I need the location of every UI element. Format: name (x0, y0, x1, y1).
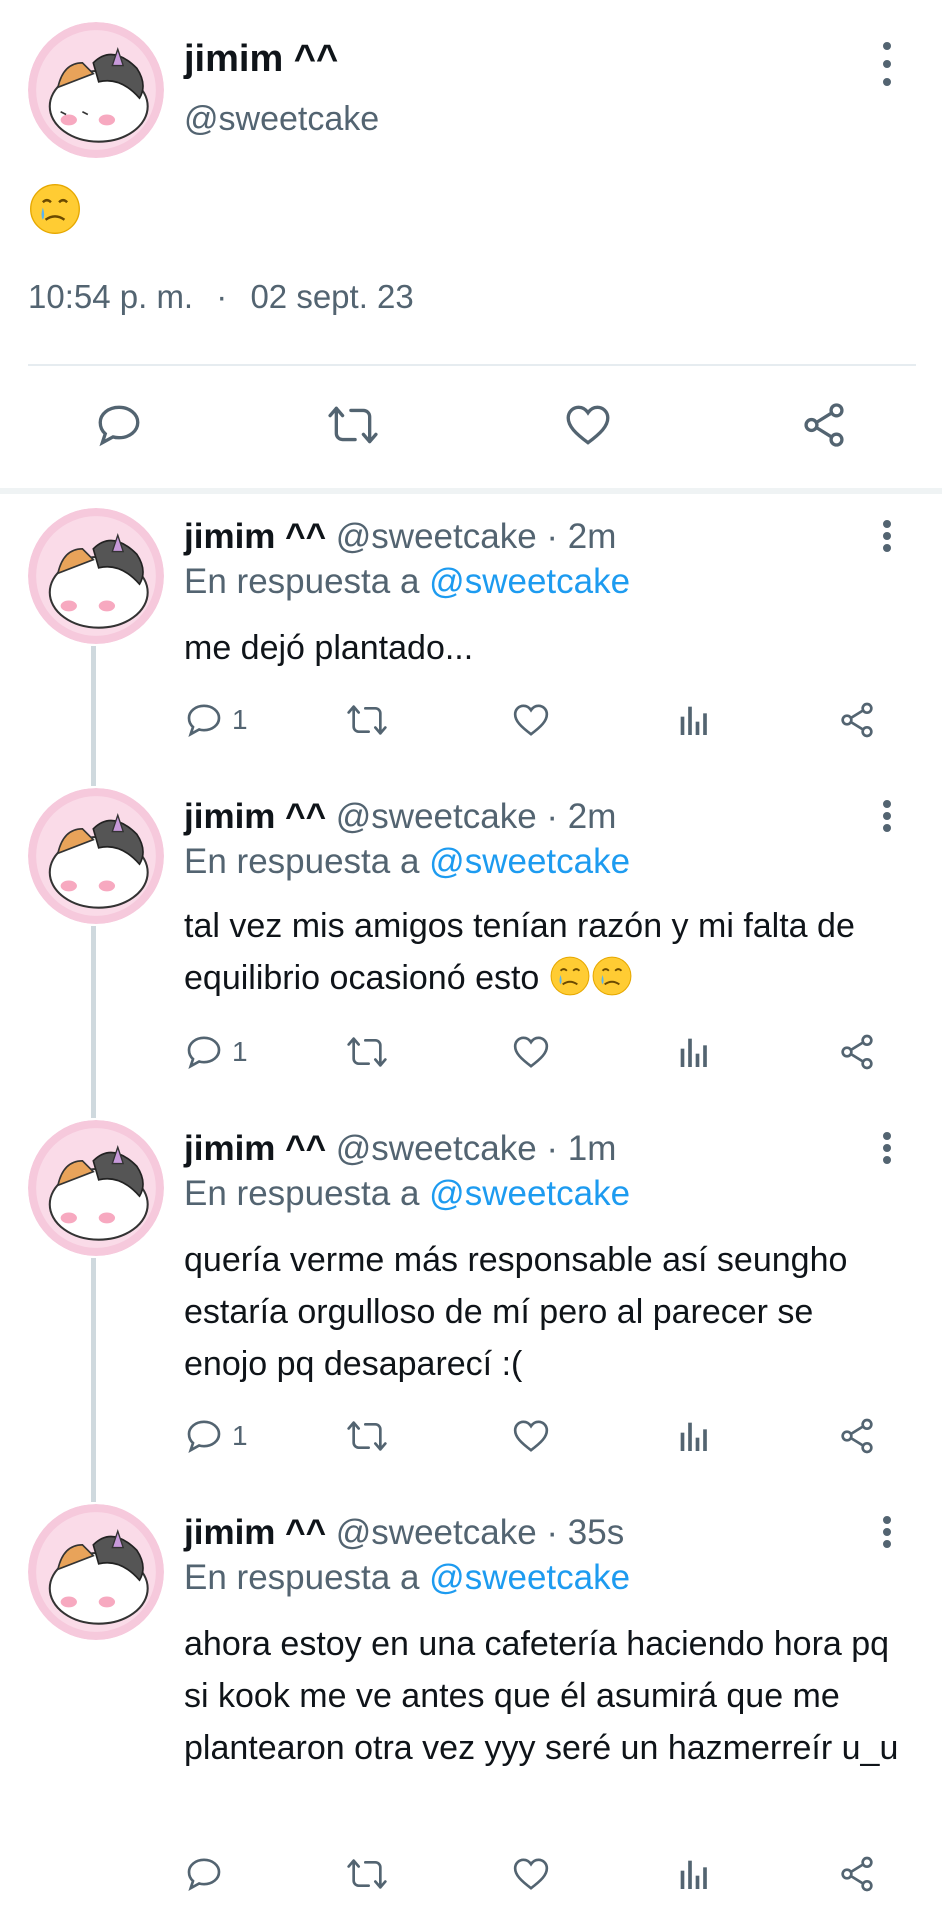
more-options-icon[interactable] (872, 800, 902, 832)
avatar[interactable] (28, 788, 164, 924)
share-icon[interactable] (798, 400, 850, 450)
reply-time: · 2m (546, 517, 617, 556)
reply-prefix: En respuesta a (184, 1558, 420, 1597)
retweet-icon[interactable] (344, 700, 390, 740)
reply-body-container: tal vez mis amigos tenían razón y mi fal… (184, 900, 900, 1004)
tweet-date: 02 sept. 23 (250, 278, 414, 315)
reply-to-link[interactable]: @sweetcake (429, 562, 630, 601)
thread-line (91, 646, 96, 786)
reply-count: 1 (232, 1036, 248, 1067)
reply-icon[interactable]: 1 (184, 700, 248, 740)
author-name[interactable]: jimim ^^ (184, 517, 326, 556)
reply-actions (184, 1854, 900, 1900)
reply-to-link[interactable]: @sweetcake (429, 1558, 630, 1597)
reply-time: · 1m (546, 1129, 617, 1168)
reply-icon[interactable]: 1 (184, 1032, 248, 1072)
more-options-icon[interactable] (872, 1132, 902, 1164)
author-name[interactable]: jimim ^^ (184, 1129, 326, 1168)
like-icon[interactable] (510, 1854, 552, 1894)
reply-prefix: En respuesta a (184, 1174, 420, 1213)
reply-header: jimim ^^ @sweetcake · 35s (184, 1513, 624, 1553)
reply-context: En respuesta a @sweetcake (184, 1174, 630, 1214)
reply-to-link[interactable]: @sweetcake (429, 842, 630, 881)
face-holding-back-tears-emoji (592, 956, 632, 996)
face-holding-back-tears-emoji (550, 956, 590, 996)
retweet-icon[interactable] (325, 400, 381, 450)
author-name[interactable]: jimim ^^ (184, 797, 326, 836)
author-handle[interactable]: @sweetcake (184, 100, 379, 139)
reply-count: 1 (232, 1420, 248, 1451)
reply-actions: 1 (184, 1032, 900, 1078)
reply-prefix: En respuesta a (184, 842, 420, 881)
reply-actions: 1 (184, 700, 900, 746)
reply-icon[interactable] (184, 1854, 232, 1894)
like-icon[interactable] (510, 1416, 552, 1456)
face-holding-back-tears-emoji (28, 182, 82, 236)
share-icon[interactable] (836, 700, 878, 740)
reply-context: En respuesta a @sweetcake (184, 842, 630, 882)
reply-header: jimim ^^ @sweetcake · 2m (184, 517, 616, 557)
reply-to-link[interactable]: @sweetcake (429, 1174, 630, 1213)
like-icon[interactable] (562, 400, 614, 450)
author-handle[interactable]: @sweetcake (336, 797, 537, 836)
reply-header: jimim ^^ @sweetcake · 2m (184, 797, 616, 837)
reply-time: · 35s (546, 1513, 625, 1552)
analytics-icon[interactable] (674, 1032, 714, 1072)
author-handle[interactable]: @sweetcake (336, 1129, 537, 1168)
retweet-icon[interactable] (344, 1032, 390, 1072)
retweet-icon[interactable] (344, 1416, 390, 1456)
reply-header: jimim ^^ @sweetcake · 1m (184, 1129, 616, 1169)
author-handle[interactable]: @sweetcake (336, 517, 537, 556)
reply-body: tal vez mis amigos tenían razón y mi fal… (184, 907, 855, 997)
avatar[interactable] (28, 508, 164, 644)
avatar[interactable] (28, 1120, 164, 1256)
reply-time: · 2m (546, 797, 617, 836)
reply-body: ahora estoy en una cafetería haciendo ho… (184, 1625, 899, 1767)
thread-line (91, 926, 96, 1118)
share-icon[interactable] (836, 1416, 878, 1456)
analytics-icon[interactable] (674, 1854, 714, 1894)
reply-body: me dejó plantado... (184, 629, 474, 667)
avatar[interactable] (28, 1504, 164, 1640)
more-options-icon[interactable] (872, 1516, 902, 1548)
meta-separator: · (216, 278, 228, 315)
tweet-time: 10:54 p. m. (28, 278, 194, 315)
retweet-icon[interactable] (344, 1854, 390, 1894)
divider (28, 364, 916, 366)
analytics-icon[interactable] (674, 700, 714, 740)
author-handle[interactable]: @sweetcake (336, 1513, 537, 1552)
reply-count: 1 (232, 704, 248, 735)
more-options-icon[interactable] (872, 520, 902, 552)
author-name[interactable]: jimim ^^ (184, 38, 338, 81)
analytics-icon[interactable] (674, 1416, 714, 1456)
reply-context: En respuesta a @sweetcake (184, 1558, 630, 1598)
reply-icon[interactable]: 1 (184, 1416, 248, 1456)
reply-context: En respuesta a @sweetcake (184, 562, 630, 602)
author-name[interactable]: jimim ^^ (184, 1513, 326, 1552)
reply-prefix: En respuesta a (184, 562, 420, 601)
section-divider (0, 488, 942, 494)
reply-icon[interactable] (94, 400, 144, 450)
timestamp-row: 10:54 p. m. · 02 sept. 23 (28, 278, 414, 316)
more-options-icon[interactable] (872, 42, 902, 86)
share-icon[interactable] (836, 1854, 878, 1894)
like-icon[interactable] (510, 1032, 552, 1072)
reply-actions: 1 (184, 1416, 900, 1462)
like-icon[interactable] (510, 700, 552, 740)
share-icon[interactable] (836, 1032, 878, 1072)
reply-body: quería verme más responsable así seungho… (184, 1241, 848, 1383)
avatar[interactable] (28, 22, 164, 158)
thread-line (91, 1258, 96, 1502)
